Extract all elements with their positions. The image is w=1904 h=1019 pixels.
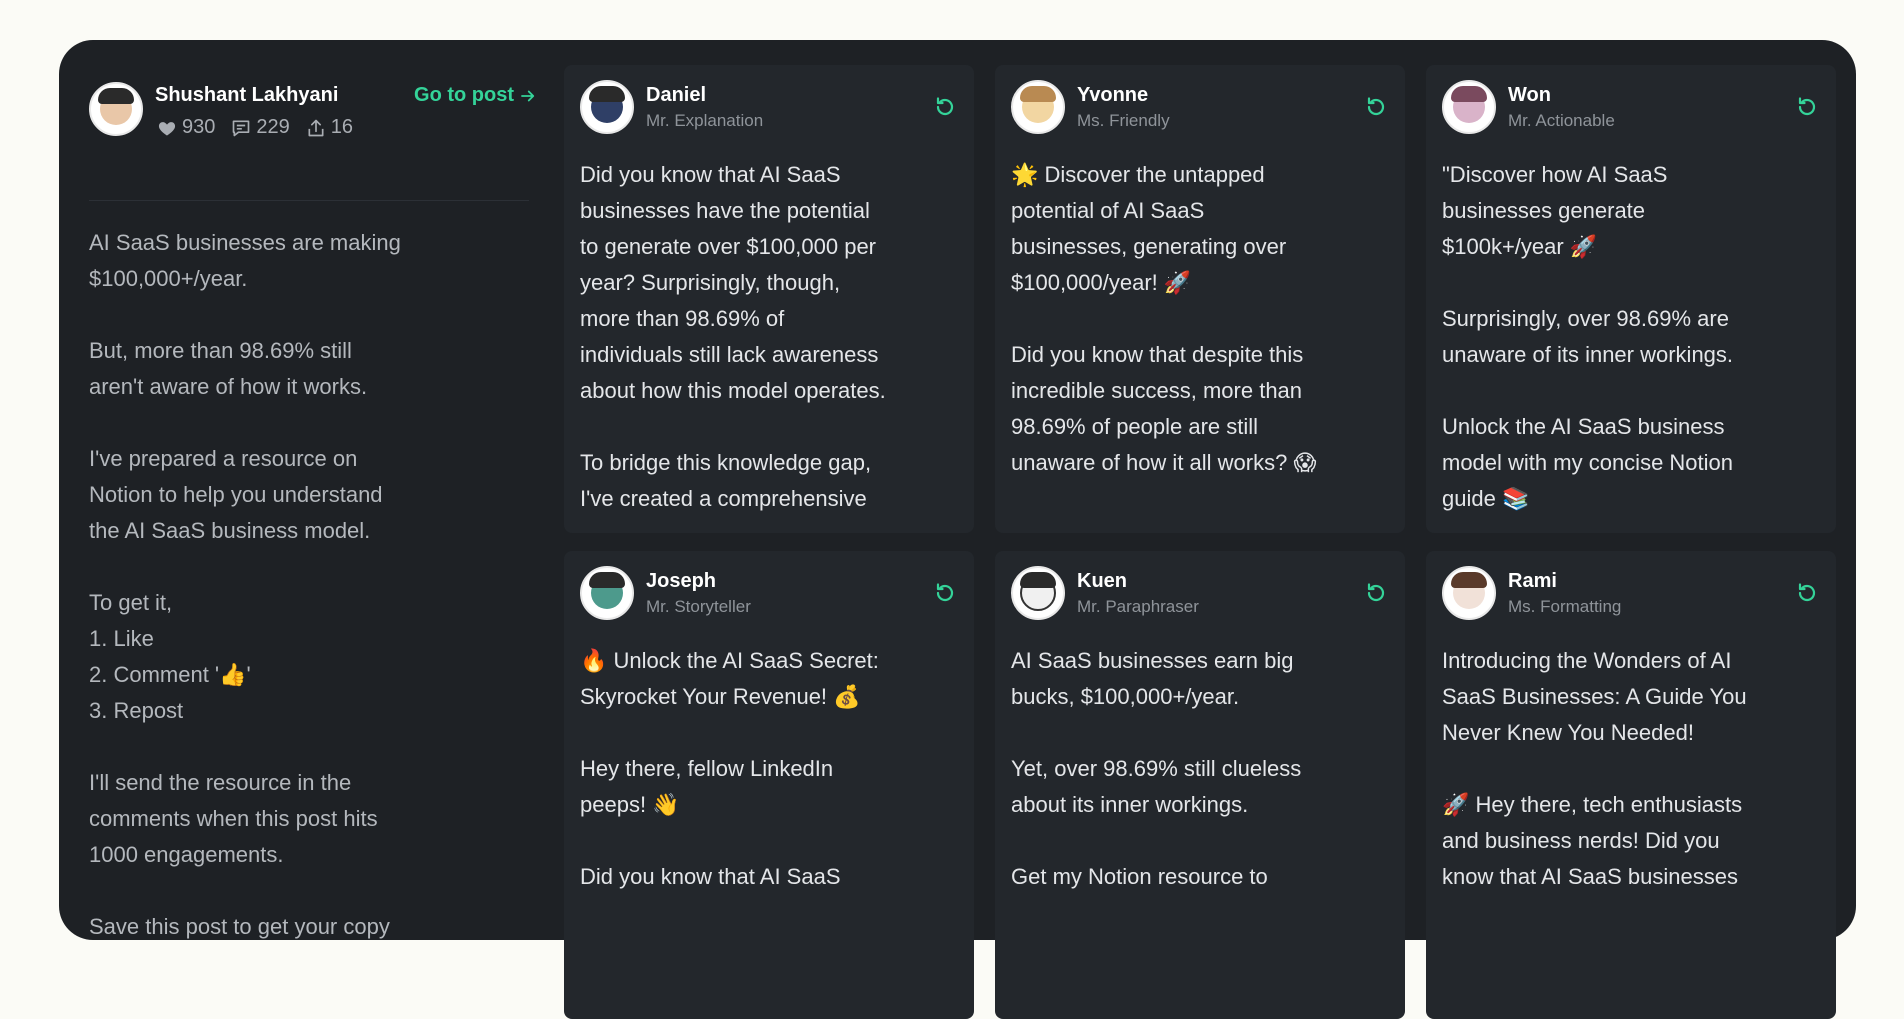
variation-text: 🔥 Unlock the AI SaaS Secret: Skyrocket Y… — [580, 648, 879, 889]
variation-text: Did you know that AI SaaS businesses hav… — [580, 162, 886, 511]
persona-name: Rami — [1508, 570, 1557, 592]
persona-role: Ms. Formatting — [1508, 597, 1622, 616]
go-to-post-label: Go to post — [414, 84, 514, 106]
persona-name: Daniel — [646, 84, 707, 106]
heart-icon — [158, 121, 176, 135]
persona-name: Won — [1508, 84, 1551, 106]
variation-text: "Discover how AI SaaS businesses generat… — [1442, 162, 1734, 511]
arrow-right-icon — [521, 90, 535, 101]
persona-role: Mr. Actionable — [1508, 111, 1615, 130]
likes-stat: 930 — [157, 116, 215, 139]
variation-text: Introducing the Wonders of AI SaaS Busin… — [1442, 648, 1747, 889]
header-divider — [89, 200, 529, 201]
persona-avatar — [580, 80, 634, 134]
variation-card[interactable]: Joseph Mr. Storyteller 🔥 Unlock the AI S… — [564, 551, 974, 1019]
persona-role: Mr. Storyteller — [646, 597, 751, 616]
persona-role: Mr. Explanation — [646, 111, 764, 130]
likes-count: 930 — [182, 116, 216, 138]
original-post-text: AI SaaS businesses are making $100,000+/… — [89, 230, 401, 939]
persona-avatar — [1011, 80, 1065, 134]
refresh-icon[interactable] — [1795, 95, 1819, 119]
original-post: Shushant Lakhyani 930 229 16 Go to post — [89, 80, 539, 939]
persona-name: Yvonne — [1077, 84, 1149, 106]
persona-name: Kuen — [1077, 570, 1127, 592]
reposts-stat: 16 — [306, 116, 353, 139]
comments-count: 229 — [256, 116, 290, 138]
refresh-icon[interactable] — [1364, 581, 1388, 605]
refresh-icon[interactable] — [1364, 95, 1388, 119]
variation-text: AI SaaS businesses earn big bucks, $100,… — [1011, 648, 1302, 889]
author-name: Shushant Lakhyani — [155, 84, 339, 106]
refresh-icon[interactable] — [933, 95, 957, 119]
variation-card[interactable]: Yvonne Ms. Friendly 🌟 Discover the untap… — [995, 65, 1405, 533]
variation-text: 🌟 Discover the untapped potential of AI … — [1011, 162, 1317, 475]
persona-avatar — [1011, 566, 1065, 620]
share-icon — [308, 119, 324, 136]
variation-card[interactable]: Won Mr. Actionable "Discover how AI SaaS… — [1426, 65, 1836, 533]
comment-icon — [233, 120, 250, 136]
original-post-header: Shushant Lakhyani 930 229 16 Go to post — [89, 80, 539, 140]
variation-card[interactable]: Daniel Mr. Explanation Did you know that… — [564, 65, 974, 533]
go-to-post-link[interactable]: Go to post — [414, 84, 537, 107]
persona-role: Ms. Friendly — [1077, 111, 1170, 130]
main-panel: Shushant Lakhyani 930 229 16 Go to post — [59, 40, 1856, 1019]
author-avatar — [89, 82, 143, 136]
refresh-icon[interactable] — [1795, 581, 1819, 605]
variation-card[interactable]: Rami Ms. Formatting Introducing the Wond… — [1426, 551, 1836, 1019]
post-stats: 930 229 16 — [157, 116, 353, 139]
variation-card[interactable]: Kuen Mr. Paraphraser AI SaaS businesses … — [995, 551, 1405, 1019]
reposts-count: 16 — [330, 116, 353, 138]
persona-name: Joseph — [646, 570, 717, 592]
persona-role: Mr. Paraphraser — [1077, 597, 1199, 616]
persona-avatar — [580, 566, 634, 620]
persona-avatar — [1442, 80, 1496, 134]
comments-stat: 229 — [231, 116, 290, 139]
refresh-icon[interactable] — [933, 581, 957, 605]
persona-avatar — [1442, 566, 1496, 620]
